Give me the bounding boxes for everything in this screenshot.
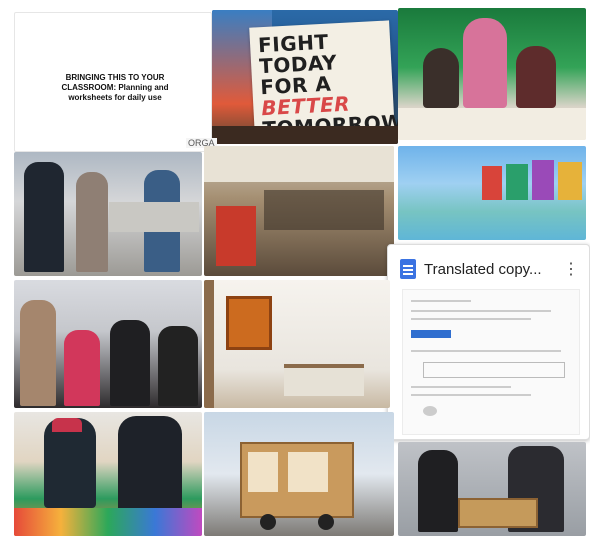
photo-classroom-meeting [204, 146, 394, 276]
doc-card-title[interactable]: Translated copy... [424, 261, 542, 278]
photo-colorful-houses [398, 146, 586, 240]
photo-tiny-house [204, 412, 394, 536]
doc-icon [400, 259, 416, 279]
protest-sign: FIGHT TODAY FOR A BETTER TOMORROW [249, 20, 398, 141]
photo-mural-painting [14, 412, 202, 536]
photo-woodworking [398, 442, 586, 536]
photo-bedroom [204, 280, 390, 408]
photo-makerspace [14, 280, 202, 408]
doc-card[interactable]: Translated copy... ⋮ [387, 244, 590, 440]
photo-group-table [398, 8, 586, 140]
sign-line-1: FIGHT TODAY [257, 29, 338, 79]
doc-card-header: Translated copy... ⋮ [388, 245, 589, 285]
kebab-menu-icon[interactable]: ⋮ [563, 259, 579, 279]
text-card: BRINGING THIS TO YOUR CLASSROOM: Plannin… [14, 12, 212, 152]
photo-street-group [14, 152, 202, 276]
doc-preview [402, 289, 580, 435]
text-card-copy: BRINGING THIS TO YOUR CLASSROOM: Plannin… [61, 73, 169, 102]
photo-protest-sign: FIGHT TODAY FOR A BETTER TOMORROW [212, 10, 398, 144]
